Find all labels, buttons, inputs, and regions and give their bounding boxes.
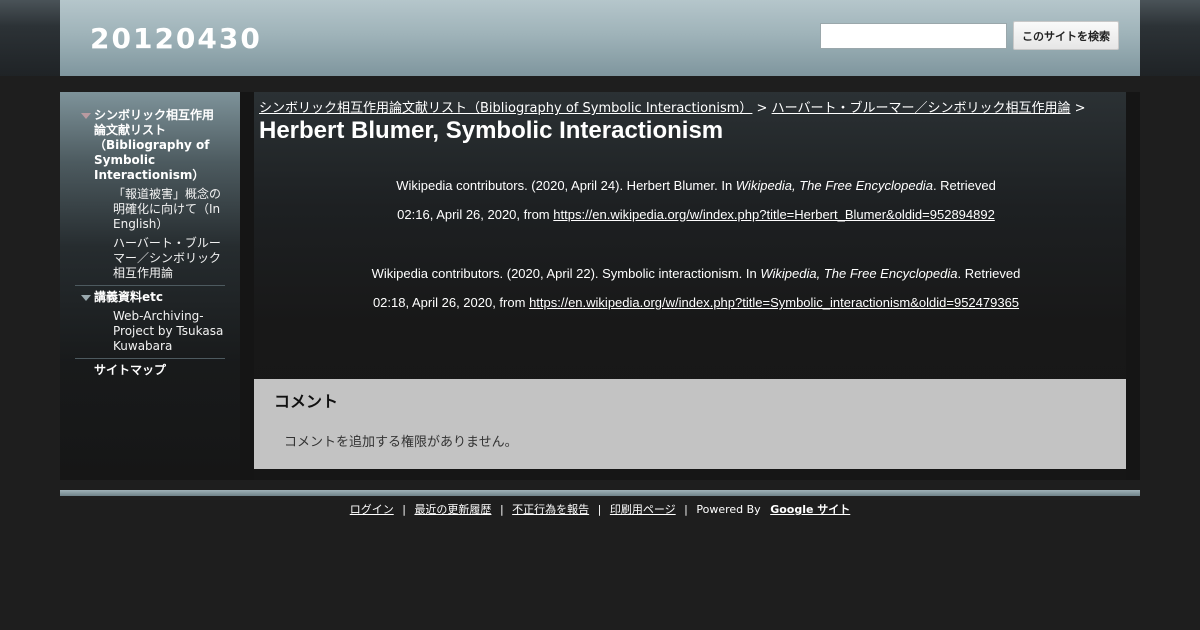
sidebar-subitem-media-harm[interactable]: 「報道被害」概念の明確化に向けて（In English） — [75, 187, 225, 232]
footer-separator: | — [684, 503, 688, 516]
sidebar-subitem-web-archiving[interactable]: Web-Archiving-Project by Tsukasa Kuwabar… — [75, 309, 225, 354]
search-input[interactable] — [820, 23, 1007, 49]
citation-source: Wikipedia, The Free Encyclopedia — [760, 266, 958, 281]
search-button[interactable]: このサイトを検索 — [1013, 21, 1119, 50]
sidebar-item-lectures[interactable]: 講義資料etc — [75, 290, 225, 305]
page-title: Herbert Blumer, Symbolic Interactionism — [259, 117, 724, 144]
sidebar-item-label[interactable]: サイトマップ — [75, 363, 225, 378]
citation-url-link[interactable]: https://en.wikipedia.org/w/index.php?tit… — [529, 295, 1019, 310]
sidebar-item-label[interactable]: シンボリック相互作用論文献リスト（Bibliography of Symboli… — [75, 108, 225, 183]
page-wrapper: シンボリック相互作用論文献リスト（Bibliography of Symboli… — [60, 92, 1140, 480]
citation-blumer: Wikipedia contributors. (2020, April 24)… — [254, 171, 1138, 229]
site-title[interactable]: 20120430 — [90, 22, 262, 55]
expand-triangle-icon[interactable] — [81, 113, 91, 119]
footer-link-google-sites[interactable]: Google サイト — [770, 503, 850, 516]
breadcrumb-separator: > — [1074, 101, 1086, 116]
site-header: 20120430 このサイトを検索 — [60, 0, 1140, 76]
breadcrumb: シンボリック相互作用論文献リスト（Bibliography of Symboli… — [259, 97, 1086, 116]
citation-text: . Retrieved — [957, 266, 1021, 281]
breadcrumb-link-blumer[interactable]: ハーバート・ブルーマー／シンボリック相互作用論 — [772, 101, 1071, 116]
footer-separator: | — [597, 503, 602, 516]
sidebar-nav: シンボリック相互作用論文献リスト（Bibliography of Symboli… — [75, 108, 225, 378]
breadcrumb-link-bibliography[interactable]: シンボリック相互作用論文献リスト（Bibliography of Symboli… — [259, 101, 752, 116]
comments-message: コメントを追加する権限がありません。 — [284, 435, 518, 450]
citation-url-link[interactable]: https://en.wikipedia.org/w/index.php?tit… — [553, 207, 995, 222]
sidebar-item-sitemap[interactable]: サイトマップ — [75, 363, 225, 378]
footer-separator: | — [499, 503, 504, 516]
footer-link-recent-changes[interactable]: 最近の更新履歴 — [414, 503, 491, 516]
sidebar: シンボリック相互作用論文献リスト（Bibliography of Symboli… — [60, 92, 240, 480]
footer-powered-by: Powered By — [696, 503, 761, 516]
citation-text: 02:16, April 26, 2020, from — [397, 207, 554, 222]
main-content: シンボリック相互作用論文献リスト（Bibliography of Symboli… — [254, 92, 1126, 480]
citation-symbolic-interactionism: Wikipedia contributors. (2020, April 22)… — [254, 259, 1138, 317]
comments-title: コメント — [274, 392, 339, 411]
sidebar-item-label[interactable]: 講義資料etc — [75, 290, 225, 305]
footer-link-print-page[interactable]: 印刷用ページ — [610, 503, 676, 516]
comments-section: コメント コメントを追加する権限がありません。 — [254, 379, 1126, 469]
footer-separator: | — [402, 503, 406, 516]
expand-triangle-icon[interactable] — [81, 295, 91, 301]
footer: ログイン | 最近の更新履歴 | 不正行為を報告 | 印刷用ページ | Powe… — [0, 501, 1200, 517]
footer-bar — [60, 490, 1140, 496]
breadcrumb-separator: > — [756, 101, 768, 116]
sidebar-divider — [75, 358, 225, 359]
citation-text: Wikipedia contributors. (2020, April 24)… — [396, 178, 736, 193]
sidebar-item-bibliography[interactable]: シンボリック相互作用論文献リスト（Bibliography of Symboli… — [75, 108, 225, 183]
citation-text: . Retrieved — [932, 178, 996, 193]
sidebar-divider — [75, 285, 225, 286]
citation-text: Wikipedia contributors. (2020, April 22)… — [371, 266, 761, 281]
footer-link-login[interactable]: ログイン — [350, 503, 394, 516]
citation-text: 02:18, April 26, 2020, from — [372, 295, 530, 310]
sidebar-subitem-blumer[interactable]: ハーバート・ブルーマー／シンボリック相互作用論 — [75, 236, 225, 281]
footer-link-report-abuse[interactable]: 不正行為を報告 — [512, 503, 589, 516]
citation-source: Wikipedia, The Free Encyclopedia — [735, 178, 933, 193]
